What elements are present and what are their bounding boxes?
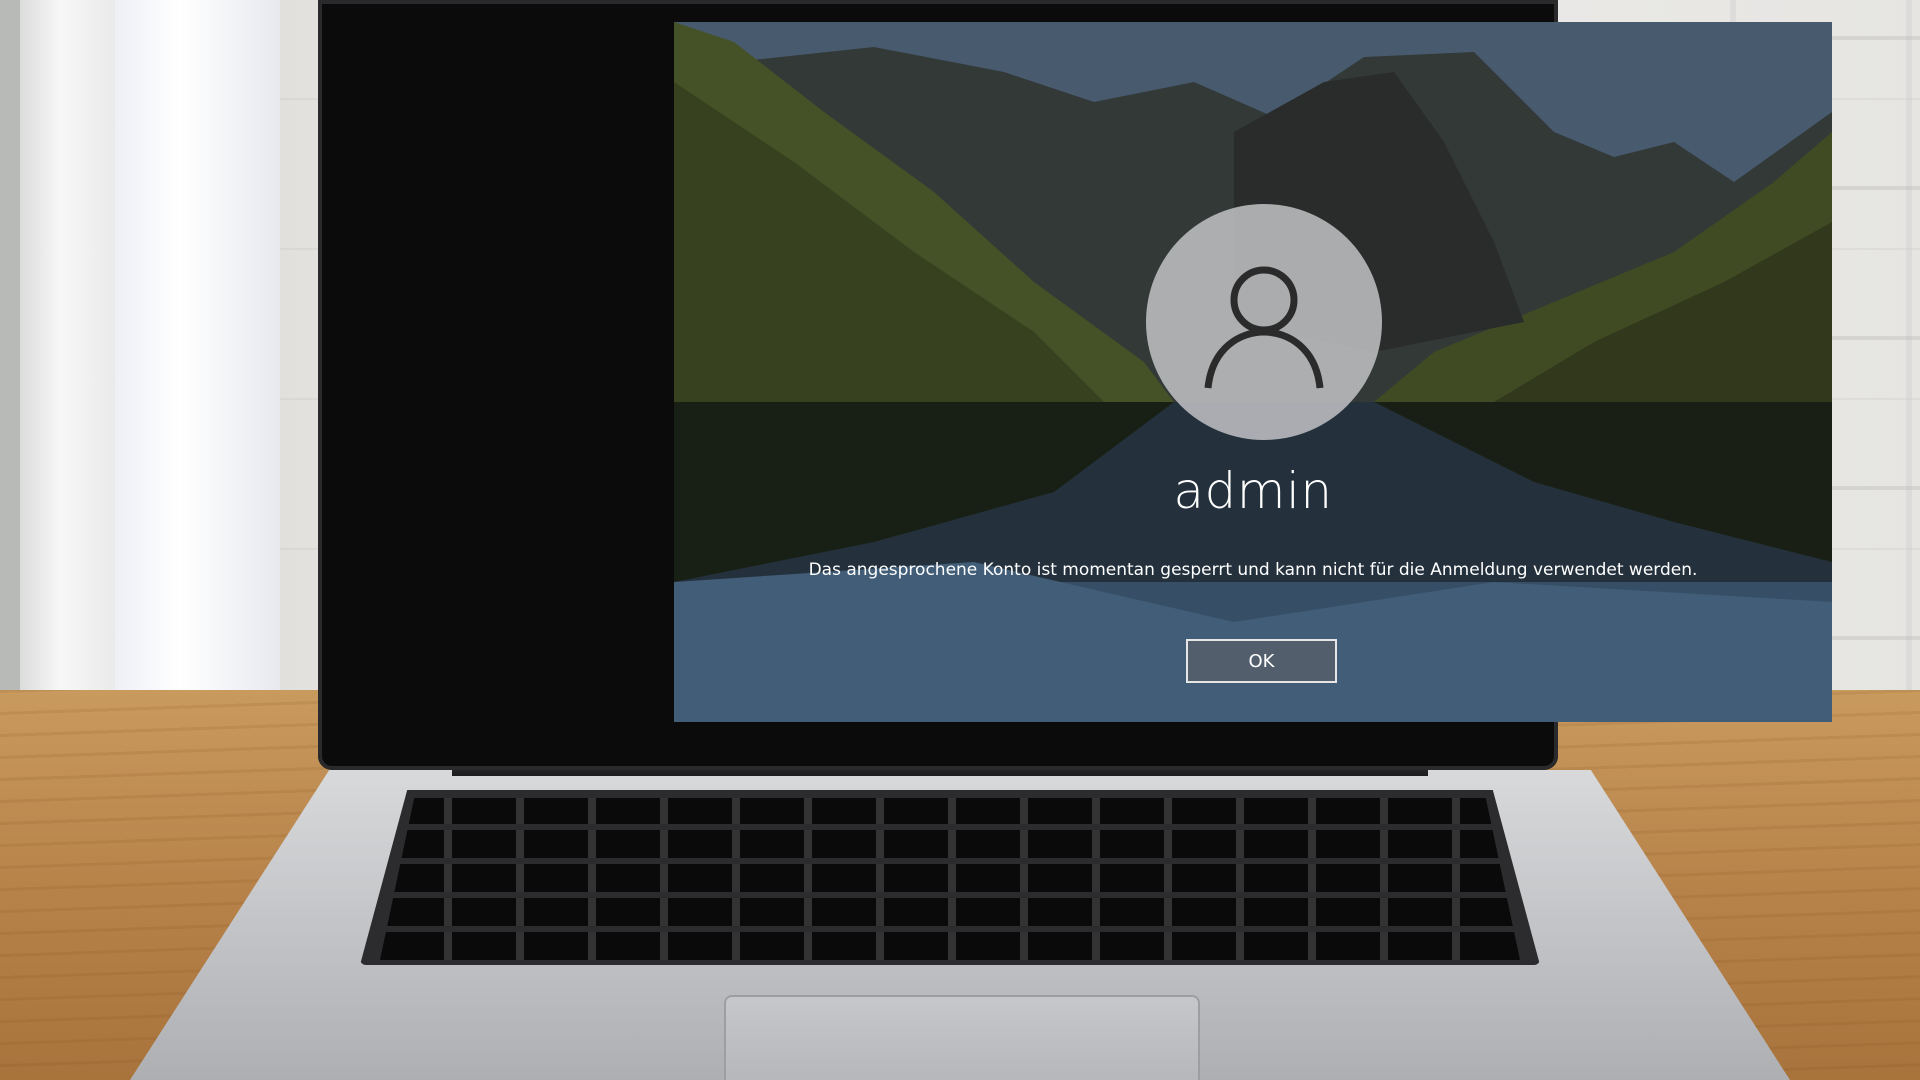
user-icon [1204, 266, 1324, 389]
books [0, 0, 300, 752]
lock-screen: admin Das angesprochene Konto ist moment… [674, 22, 1832, 722]
book-spine [0, 0, 20, 750]
book-spine [20, 0, 120, 752]
username: admin [1173, 462, 1333, 520]
laptop-lid: admin Das angesprochene Konto ist moment… [318, 0, 1832, 770]
account-locked-message: Das angesprochene Konto ist momentan ges… [808, 560, 1698, 580]
user-avatar [1146, 204, 1382, 440]
book-spine [115, 0, 280, 750]
trackpad [724, 995, 1200, 1080]
ok-button[interactable]: OK [1186, 639, 1337, 683]
keyboard-keys [380, 798, 1520, 960]
